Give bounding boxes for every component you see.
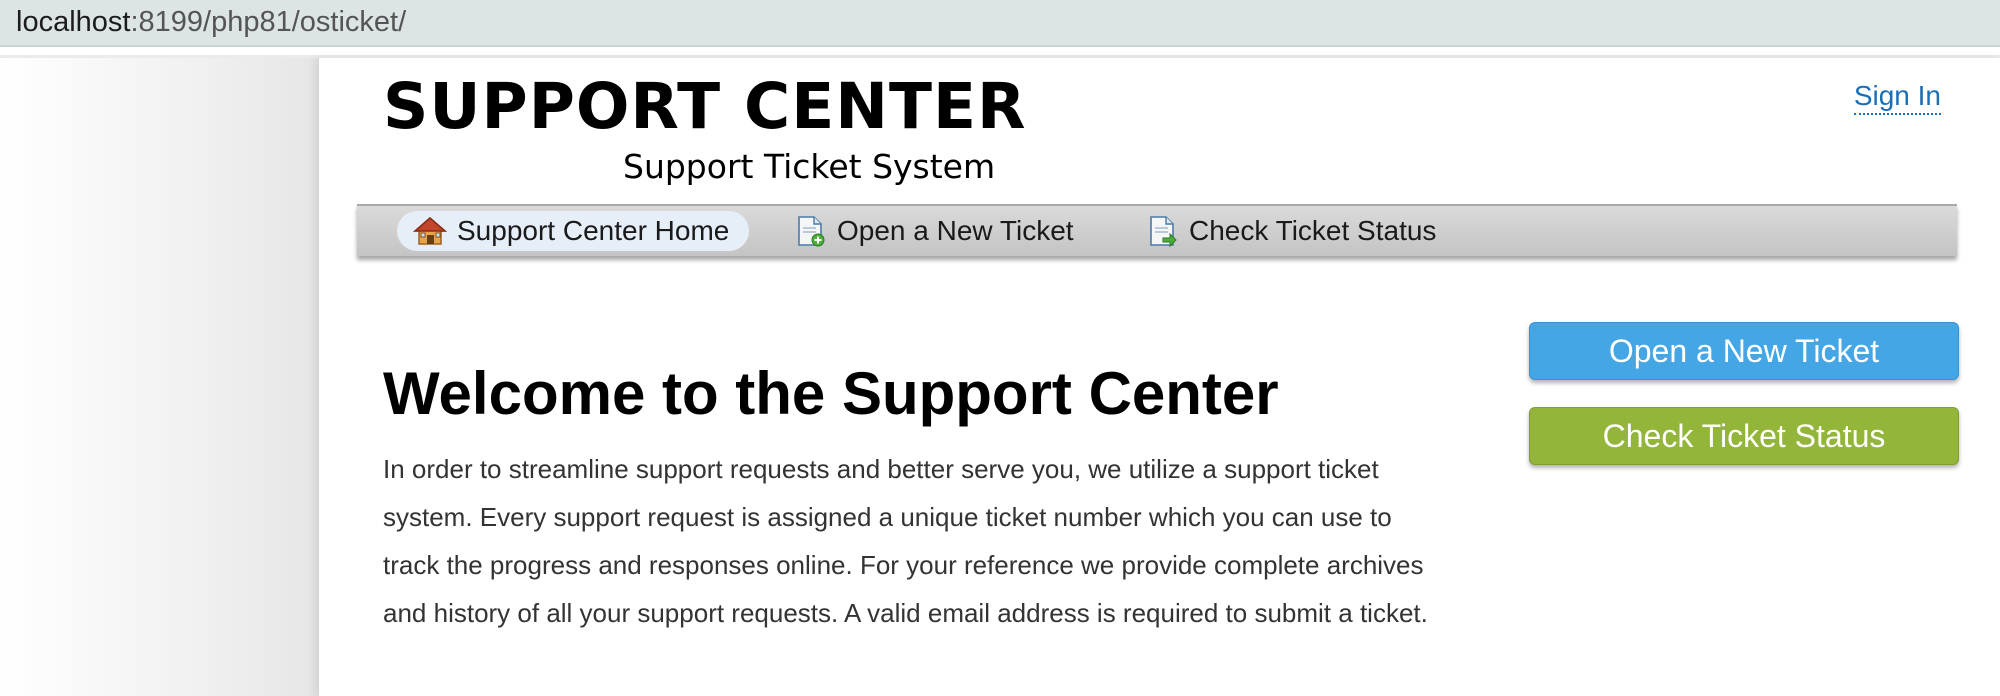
logo-subtitle: Support Ticket System	[623, 147, 996, 186]
logo-title: SUPPORT CENTER	[383, 70, 1027, 143]
site-logo[interactable]: SUPPORT CENTER Support Ticket System	[383, 70, 1027, 186]
url-text[interactable]: localhost:8199/php81/osticket/	[16, 4, 406, 40]
new-ticket-icon	[798, 216, 825, 247]
page-container: SUPPORT CENTER Support Ticket System Sig…	[318, 58, 2000, 696]
nav-item-label: Support Center Home	[457, 215, 730, 246]
url-path: :8199/php81/osticket/	[130, 6, 407, 38]
welcome-heading: Welcome to the Support Center	[383, 360, 1279, 427]
sign-in-link[interactable]: Sign In	[1853, 79, 1941, 115]
nav-item-open-new-ticket[interactable]: Open a New Ticket	[777, 211, 1094, 251]
nav-item-support-center-home[interactable]: Support Center Home	[397, 211, 750, 251]
browser-address-bar[interactable]: localhost:8199/php81/osticket/	[0, 0, 2000, 47]
nav-item-label: Open a New Ticket	[837, 215, 1074, 246]
open-new-ticket-button[interactable]: Open a New Ticket	[1529, 322, 1959, 380]
main-navigation: Support Center Home Open a New Ticket Ch…	[357, 204, 1957, 256]
url-host: localhost	[16, 6, 131, 38]
check-ticket-status-button[interactable]: Check Ticket Status	[1529, 407, 1959, 465]
nav-item-check-ticket-status[interactable]: Check Ticket Status	[1129, 211, 1456, 251]
page-background-left	[0, 58, 318, 696]
home-icon	[413, 217, 447, 245]
nav-item-label: Check Ticket Status	[1189, 215, 1437, 246]
ticket-status-icon	[1150, 216, 1177, 248]
intro-paragraph: In order to streamline support requests …	[383, 454, 1428, 628]
